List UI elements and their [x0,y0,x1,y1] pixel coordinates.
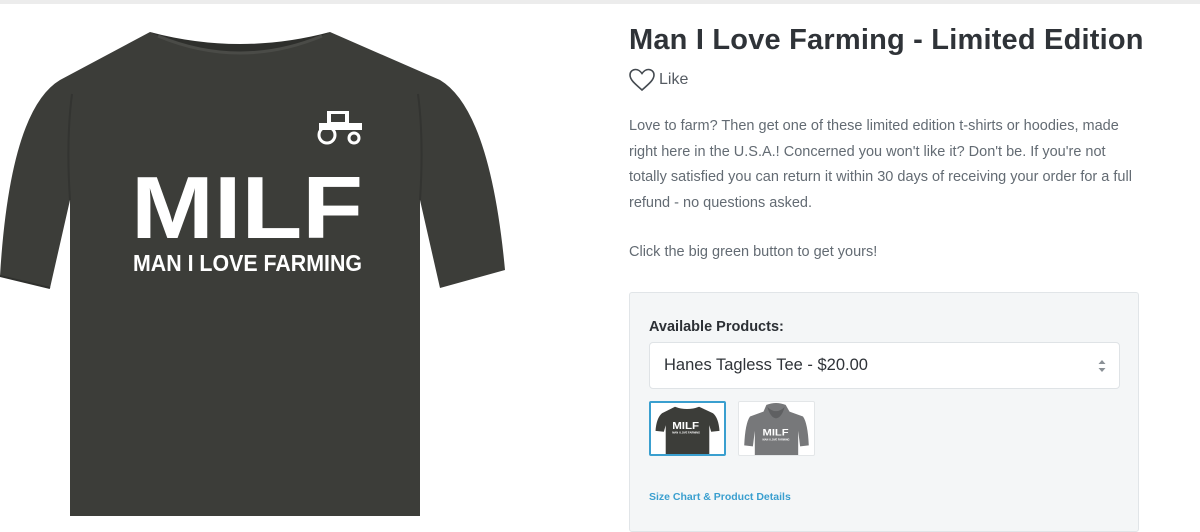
like-button[interactable]: Like [629,68,688,92]
available-products-label: Available Products: [649,319,784,335]
heart-icon [629,68,655,92]
select-arrows-icon [1097,358,1107,374]
hoodie-thumbnail[interactable]: MILF MAN I LOVE FARMING [738,401,815,456]
hero-sub-text: MAN I LOVE FARMING [133,250,362,276]
products-panel: Available Products: Hanes Tagless Tee - … [629,292,1139,532]
product-select[interactable]: Hanes Tagless Tee - $20.00 [649,342,1120,389]
svg-text:MAN I LOVE FARMING: MAN I LOVE FARMING [672,431,700,435]
product-description: Love to farm? Then get one of these limi… [629,118,1132,211]
svg-text:MAN I LOVE FARMING: MAN I LOVE FARMING [763,438,791,442]
like-label: Like [659,71,689,88]
tee-thumbnail[interactable]: MILF MAN I LOVE FARMING [649,401,726,456]
size-chart-link[interactable]: Size Chart & Product Details [649,491,791,503]
hero-main-text: MILF [131,158,363,257]
product-image: MILF MAN I LOVE FARMING [0,20,520,516]
top-border [0,0,1200,4]
product-title: Man I Love Farming - Limited Edition [629,24,1144,56]
product-select-value: Hanes Tagless Tee - $20.00 [664,356,868,374]
cta-text: Click the big green button to get yours! [629,244,878,260]
